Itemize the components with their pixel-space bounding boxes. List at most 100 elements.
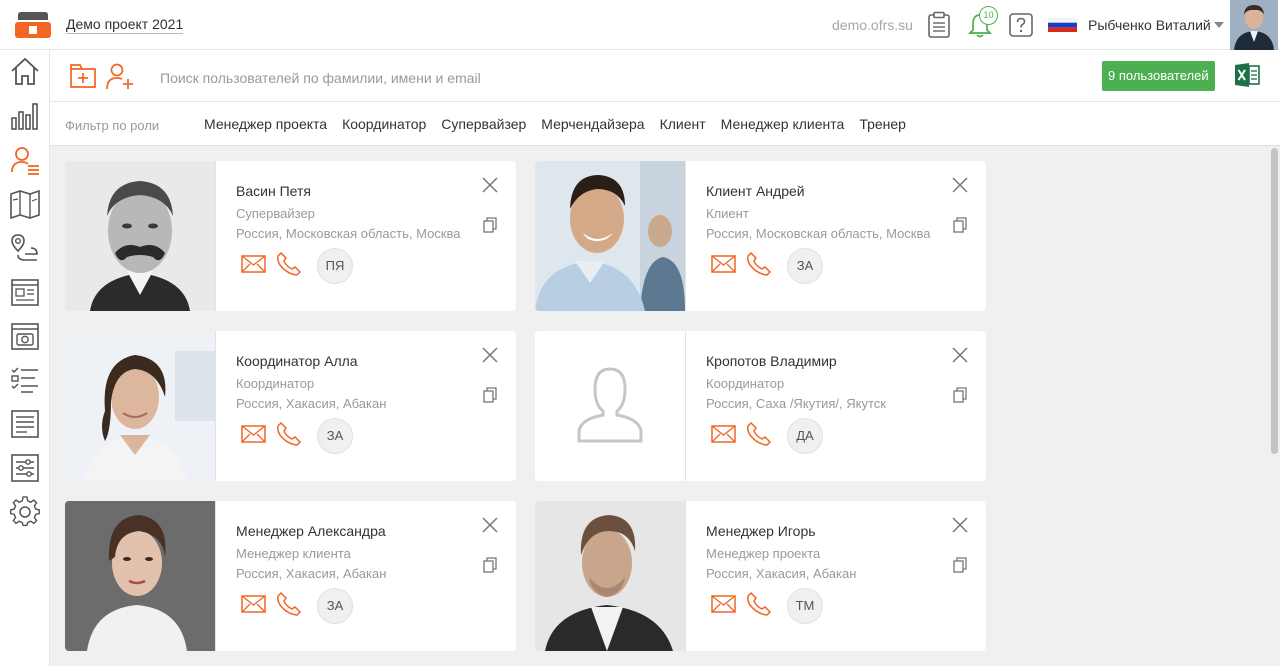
- add-user-icon[interactable]: [106, 62, 134, 90]
- chart-icon[interactable]: [9, 100, 41, 132]
- user-card[interactable]: Менеджер Игорь Менеджер проекта Россия, …: [535, 501, 986, 651]
- user-location: Россия, Хакасия, Абакан: [236, 396, 387, 411]
- user-initials-badge: ЗА: [317, 588, 353, 624]
- toolbar: 9 пользователей: [50, 50, 1280, 102]
- user-name[interactable]: Кропотов Владимир: [706, 353, 837, 369]
- role-filter-coordinator[interactable]: Координатор: [342, 116, 426, 132]
- user-photo[interactable]: [65, 331, 215, 481]
- copy-icon[interactable]: [483, 217, 497, 233]
- sidebar: [0, 50, 50, 666]
- copy-icon[interactable]: [483, 557, 497, 573]
- user-initials-badge: ЗА: [317, 418, 353, 454]
- user-photo[interactable]: [535, 501, 685, 651]
- user-photo-placeholder[interactable]: [535, 331, 685, 481]
- role-filter-bar: Фильтр по роли Менеджер проекта Координа…: [50, 102, 1280, 146]
- role-filter-client-manager[interactable]: Менеджер клиента: [721, 116, 845, 132]
- notifications-badge[interactable]: 10: [979, 6, 998, 25]
- user-location: Россия, Московская область, Москва: [706, 226, 931, 241]
- user-photo[interactable]: [65, 161, 215, 311]
- role-filter-list: Менеджер проекта Координатор Супервайзер…: [204, 116, 921, 132]
- user-card[interactable]: Клиент Андрей Клиент Россия, Московская …: [535, 161, 986, 311]
- user-avatar[interactable]: [1230, 0, 1278, 50]
- user-card[interactable]: Менеджер Александра Менеджер клиента Рос…: [65, 501, 516, 651]
- news-icon[interactable]: [9, 276, 41, 308]
- user-initials-badge: ТМ: [787, 588, 823, 624]
- gear-icon[interactable]: [9, 496, 41, 528]
- chevron-down-icon[interactable]: [1214, 22, 1224, 28]
- users-grid: Васин Петя Супервайзер Россия, Московска…: [50, 146, 1280, 666]
- user-initials-badge: ПЯ: [317, 248, 353, 284]
- add-group-icon[interactable]: [69, 62, 97, 90]
- mail-icon[interactable]: [241, 255, 266, 273]
- phone-icon[interactable]: [276, 591, 302, 617]
- clipboard-icon[interactable]: [926, 11, 952, 39]
- user-role: Координатор: [706, 376, 785, 391]
- users-icon[interactable]: [9, 144, 41, 176]
- close-icon[interactable]: [952, 517, 968, 533]
- app-logo-icon[interactable]: [14, 11, 52, 39]
- mail-icon[interactable]: [241, 425, 266, 443]
- phone-icon[interactable]: [746, 251, 772, 277]
- photo-report-icon[interactable]: [9, 320, 41, 352]
- role-filter-project-manager[interactable]: Менеджер проекта: [204, 116, 327, 132]
- domain-label: demo.ofrs.su: [832, 17, 913, 33]
- close-icon[interactable]: [952, 347, 968, 363]
- map-book-icon[interactable]: [9, 188, 41, 220]
- mail-icon[interactable]: [241, 595, 266, 613]
- phone-icon[interactable]: [746, 591, 772, 617]
- user-name[interactable]: Менеджер Александра: [236, 523, 386, 539]
- route-icon[interactable]: [9, 232, 41, 264]
- top-bar: Демо проект 2021 demo.ofrs.su 10 Рыбченк…: [0, 0, 1280, 50]
- current-user-name[interactable]: Рыбченко Виталий: [1088, 17, 1211, 33]
- close-icon[interactable]: [952, 177, 968, 193]
- role-filter-merchandiser[interactable]: Мерчендайзера: [541, 116, 644, 132]
- mail-icon[interactable]: [711, 255, 736, 273]
- user-card[interactable]: Кропотов Владимир Координатор Россия, Са…: [535, 331, 986, 481]
- home-icon[interactable]: [9, 56, 41, 88]
- excel-export-icon[interactable]: [1234, 62, 1260, 88]
- user-name[interactable]: Менеджер Игорь: [706, 523, 816, 539]
- settings-sliders-icon[interactable]: [9, 452, 41, 484]
- user-location: Россия, Саха /Якутия/, Якутск: [706, 396, 886, 411]
- role-filter-trainer[interactable]: Тренер: [859, 116, 906, 132]
- project-name-link[interactable]: Демо проект 2021: [66, 16, 184, 34]
- user-role: Супервайзер: [236, 206, 315, 221]
- user-photo[interactable]: [535, 161, 685, 311]
- copy-icon[interactable]: [953, 557, 967, 573]
- close-icon[interactable]: [482, 517, 498, 533]
- user-search-input[interactable]: [160, 64, 760, 92]
- checklist-icon[interactable]: [9, 364, 41, 396]
- user-location: Россия, Хакасия, Абакан: [236, 566, 387, 581]
- user-role: Координатор: [236, 376, 315, 391]
- phone-icon[interactable]: [746, 421, 772, 447]
- copy-icon[interactable]: [953, 387, 967, 403]
- user-role: Клиент: [706, 206, 749, 221]
- russia-flag-icon[interactable]: [1048, 18, 1077, 32]
- mail-icon[interactable]: [711, 595, 736, 613]
- user-name[interactable]: Васин Петя: [236, 183, 311, 199]
- role-filter-supervisor[interactable]: Супервайзер: [441, 116, 526, 132]
- user-name[interactable]: Координатор Алла: [236, 353, 358, 369]
- user-initials-badge: ЗА: [787, 248, 823, 284]
- user-name[interactable]: Клиент Андрей: [706, 183, 805, 199]
- document-icon[interactable]: [9, 408, 41, 440]
- user-photo[interactable]: [65, 501, 215, 651]
- phone-icon[interactable]: [276, 251, 302, 277]
- scrollbar-thumb[interactable]: [1271, 148, 1278, 454]
- role-filter-client[interactable]: Клиент: [660, 116, 706, 132]
- users-count-button[interactable]: 9 пользователей: [1102, 61, 1215, 91]
- help-icon[interactable]: [1008, 11, 1034, 39]
- close-icon[interactable]: [482, 347, 498, 363]
- close-icon[interactable]: [482, 177, 498, 193]
- phone-icon[interactable]: [276, 421, 302, 447]
- user-initials-badge: ДА: [787, 418, 823, 454]
- user-location: Россия, Московская область, Москва: [236, 226, 461, 241]
- copy-icon[interactable]: [953, 217, 967, 233]
- content-scrollbar[interactable]: [1268, 146, 1280, 666]
- user-card[interactable]: Васин Петя Супервайзер Россия, Московска…: [65, 161, 516, 311]
- mail-icon[interactable]: [711, 425, 736, 443]
- user-card[interactable]: Координатор Алла Координатор Россия, Хак…: [65, 331, 516, 481]
- role-filter-label: Фильтр по роли: [65, 118, 160, 133]
- copy-icon[interactable]: [483, 387, 497, 403]
- user-placeholder-icon: [535, 331, 685, 481]
